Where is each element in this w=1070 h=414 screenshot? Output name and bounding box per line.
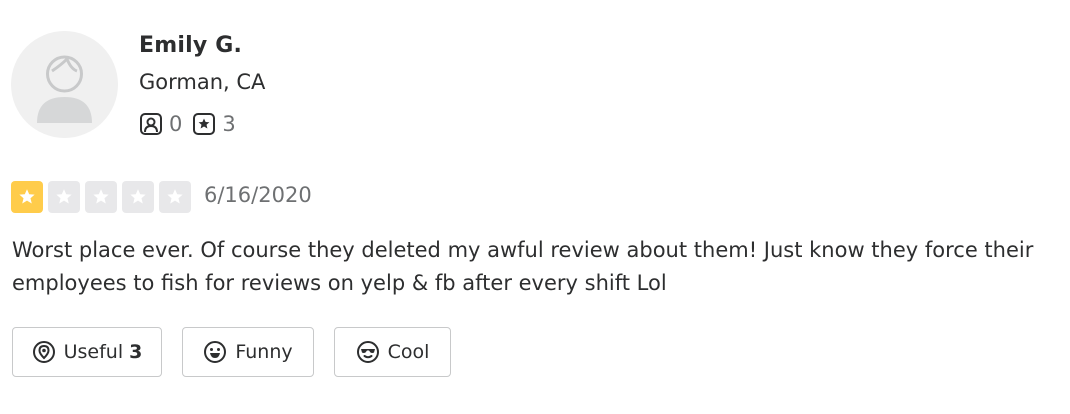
user-name[interactable]: Emily G.: [139, 33, 242, 58]
rating-star-1: [11, 181, 43, 213]
useful-button[interactable]: Useful 3: [12, 327, 162, 377]
useful-count: 3: [129, 341, 143, 363]
rating-star-5: [159, 181, 191, 213]
rating-star-3: [85, 181, 117, 213]
review-date: 6/16/2020: [204, 183, 312, 207]
review-text: Worst place ever. Of course they deleted…: [12, 238, 1034, 295]
user-location: Gorman, CA: [139, 70, 266, 94]
default-avatar-icon: [37, 55, 92, 123]
star-icon: [93, 189, 109, 204]
useful-icon: [32, 341, 55, 363]
star-icon: [56, 189, 72, 204]
cool-button[interactable]: Cool: [334, 327, 451, 377]
star-icon: [167, 189, 183, 204]
friends-icon: [140, 113, 162, 135]
avatar[interactable]: [11, 31, 118, 138]
star-icon: [19, 189, 35, 204]
star-icon: [130, 189, 146, 204]
cool-label: Cool: [387, 341, 430, 363]
user-stats: 0 3: [139, 111, 246, 137]
star-rating: [11, 181, 196, 213]
funny-label: Funny: [235, 341, 293, 363]
friends-stat: 0: [139, 112, 182, 136]
friends-count: 0: [169, 112, 183, 136]
reviews-count: 3: [222, 112, 236, 136]
rating-star-4: [122, 181, 154, 213]
review-star-icon: [193, 113, 216, 135]
funny-icon: [204, 341, 227, 363]
rating-star-2: [48, 181, 80, 213]
reviews-stat: 3: [192, 112, 236, 136]
cool-icon: [356, 341, 379, 363]
useful-label: Useful: [63, 341, 124, 363]
funny-button[interactable]: Funny: [182, 327, 314, 377]
